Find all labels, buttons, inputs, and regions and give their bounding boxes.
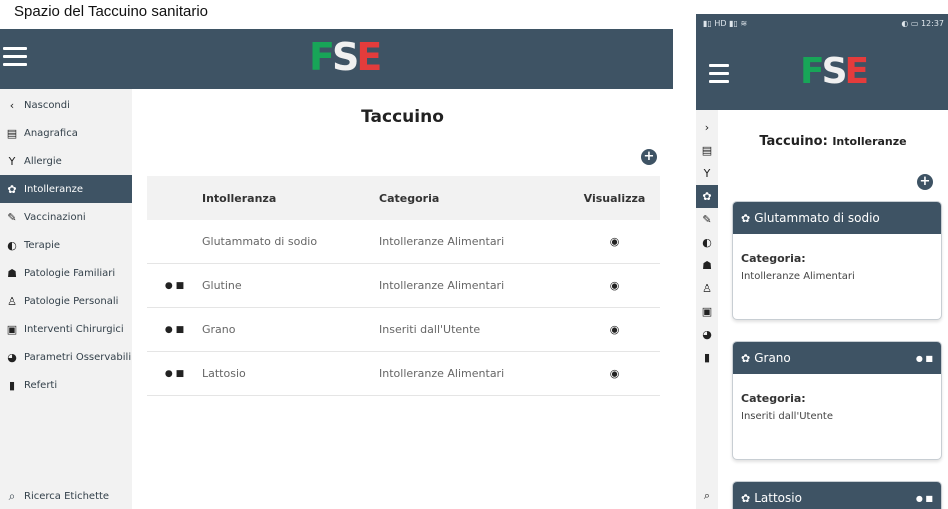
pills-icon: ◐ xyxy=(7,238,17,252)
table-row: ● ■ Glutine Intolleranze Alimentari ◉ xyxy=(147,263,660,308)
signal-indicator: ▮▯ HD ▮▯ ≋ xyxy=(703,19,748,28)
mobile-main: Taccuino: Intolleranze + ✿ Glutammato di … xyxy=(718,110,948,509)
table-row: ● ■ Lattosio Intolleranze Alimentari ◉ xyxy=(147,351,660,396)
page-title: Taccuino: Intolleranze xyxy=(759,134,907,149)
surgery-icon[interactable]: ▣ xyxy=(696,300,718,323)
tag-icon[interactable] xyxy=(147,220,202,264)
id-card-icon[interactable]: ▤ xyxy=(696,139,718,162)
desktop-sidebar: ‹ Nascondi ▤ Anagrafica Y Allergie ✿ Intolle… xyxy=(0,89,132,509)
seedling-icon: Y xyxy=(8,154,16,168)
syringe-icon: ✎ xyxy=(7,210,17,224)
clock: ◐ ▭ 12:37 xyxy=(901,19,944,28)
eye-icon[interactable]: ◉ xyxy=(569,307,660,352)
file-medical-icon[interactable]: ▮ xyxy=(696,346,718,369)
hamburger-menu-icon[interactable] xyxy=(3,47,27,71)
eye-icon[interactable]: ◉ xyxy=(569,351,660,396)
gauge-icon[interactable]: ◕ xyxy=(696,323,718,346)
header-visualizza: Visualizza xyxy=(569,176,660,220)
page-caption: Spazio del Taccuino sanitario xyxy=(14,3,209,20)
intolerance-card[interactable]: ✿ Glutammato di sodio Categoria: Intoller… xyxy=(732,201,942,320)
seedling-icon[interactable]: Y xyxy=(696,162,718,185)
sidebar-item-parametri-osservabili[interactable]: ◕ Parametri Osservabili xyxy=(0,343,132,371)
sidebar-item-patologie-familiari[interactable]: ☗ Patologie Familiari xyxy=(0,259,132,287)
add-button[interactable]: + xyxy=(917,174,933,190)
chevron-right-icon[interactable]: › xyxy=(696,116,718,139)
sidebar-item-vaccinazioni[interactable]: ✎ Vaccinazioni xyxy=(0,203,132,231)
syringe-icon[interactable]: ✎ xyxy=(696,208,718,231)
sidebar-item-intolleranze[interactable]: ✿ Intolleranze xyxy=(0,175,132,203)
mobile-view: ▮▯ HD ▮▯ ≋ ◐ ▭ 12:37 FSE › ▤ Y ✿ ✎ ◐ ☗ ♙… xyxy=(696,14,948,509)
family-icon[interactable]: ☗ xyxy=(696,254,718,277)
tag-icon[interactable]: ● ■ xyxy=(147,307,202,352)
mobile-header: FSE xyxy=(696,34,948,110)
intolerance-table: Intolleranza Categoria Visualizza Glutam… xyxy=(147,176,660,396)
fse-logo: FSE xyxy=(309,35,382,79)
sidebar-item-referti[interactable]: ▮ Referti xyxy=(0,371,132,399)
pills-icon[interactable]: ◐ xyxy=(696,231,718,254)
status-bar: ▮▯ HD ▮▯ ≋ ◐ ▭ 12:37 xyxy=(696,14,948,34)
tag-icon[interactable]: ● ■ xyxy=(147,263,202,308)
search-icon: ⌕ xyxy=(8,488,16,503)
allergen-icon[interactable]: ✿ xyxy=(696,185,718,208)
page-title: Taccuino xyxy=(361,107,444,127)
intolerance-card[interactable]: ✿ Lattosio ● ■ xyxy=(732,481,942,509)
mobile-sidebar: › ▤ Y ✿ ✎ ◐ ☗ ♙ ▣ ◕ ▮ ⌕ xyxy=(696,110,718,509)
allergen-icon: ✿ xyxy=(741,211,751,225)
fse-logo: FSE xyxy=(800,51,869,92)
tag-icon[interactable]: ● ■ xyxy=(916,354,933,363)
sidebar-item-allergie[interactable]: Y Allergie xyxy=(0,147,132,175)
eye-icon[interactable]: ◉ xyxy=(569,220,660,264)
sidebar-item-ricerca-etichette[interactable]: ⌕ Ricerca Etichette xyxy=(4,483,109,509)
table-row: Glutammato di sodio Intolleranze Aliment… xyxy=(147,220,660,264)
header-categoria: Categoria xyxy=(379,176,569,220)
sidebar-item-terapie[interactable]: ◐ Terapie xyxy=(0,231,132,259)
desktop-view: FSE ‹ Nascondi ▤ Anagrafica Y Allergie ✿ Int… xyxy=(0,29,673,509)
desktop-main: Taccuino + Intolleranza Categoria Visual… xyxy=(132,89,673,509)
allergen-icon: ✿ xyxy=(7,182,17,196)
chevron-left-icon: ‹ xyxy=(9,98,15,112)
eye-icon[interactable]: ◉ xyxy=(569,263,660,308)
desktop-header: FSE xyxy=(0,29,673,89)
allergen-icon: ✿ xyxy=(741,351,751,365)
add-button[interactable]: + xyxy=(641,149,657,165)
hamburger-menu-icon[interactable] xyxy=(709,64,729,88)
id-card-icon: ▤ xyxy=(6,126,18,140)
allergen-icon: ✿ xyxy=(741,491,751,505)
tag-icon[interactable]: ● ■ xyxy=(916,494,933,503)
sidebar-item-patologie-personali[interactable]: ♙ Patologie Personali xyxy=(0,287,132,315)
header-intolleranza: Intolleranza xyxy=(202,176,379,220)
person-icon[interactable]: ♙ xyxy=(696,277,718,300)
intolerance-card[interactable]: ✿ Grano ● ■ Categoria: Inseriti dall'Utent… xyxy=(732,341,942,460)
tag-icon[interactable]: ● ■ xyxy=(147,351,202,396)
surgery-icon: ▣ xyxy=(6,322,18,336)
file-medical-icon: ▮ xyxy=(8,378,16,392)
sidebar-item-anagrafica[interactable]: ▤ Anagrafica xyxy=(0,119,132,147)
table-header: Intolleranza Categoria Visualizza xyxy=(147,176,660,220)
search-icon[interactable]: ⌕ xyxy=(696,484,718,507)
table-row: ● ■ Grano Inseriti dall'Utente ◉ xyxy=(147,307,660,352)
person-icon: ♙ xyxy=(7,294,17,308)
sidebar-item-nascondi[interactable]: ‹ Nascondi xyxy=(0,91,132,119)
family-icon: ☗ xyxy=(7,266,17,280)
gauge-icon: ◕ xyxy=(7,350,17,364)
sidebar-item-interventi-chirurgici[interactable]: ▣ Interventi Chirurgici xyxy=(0,315,132,343)
